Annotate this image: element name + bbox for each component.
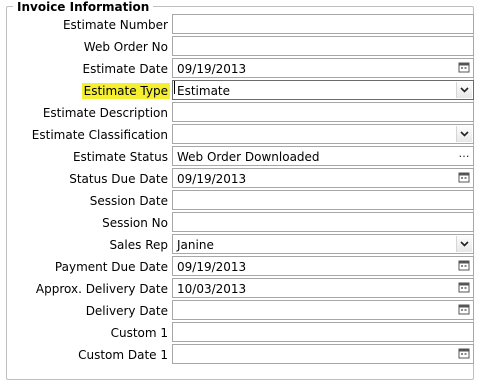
approx-delivery-date-field[interactable]: 10/03/2013 [172,278,474,298]
delivery-date-field[interactable] [172,300,474,320]
calendar-icon[interactable] [456,302,472,318]
form-row-status-due-date: Status Due Date 09/19/2013 [0,168,480,190]
estimate-number-field[interactable] [172,14,474,34]
chevron-down-icon[interactable] [456,82,472,98]
chevron-down-icon[interactable] [456,126,472,142]
form-row-payment-due-date: Payment Due Date 09/19/2013 [0,256,480,278]
calendar-icon[interactable] [456,258,472,274]
approx-delivery-date-value: 10/03/2013 [177,282,247,296]
estimate-description-field[interactable] [172,102,474,122]
web-order-no-label: Web Order No [83,40,168,54]
text-caret [174,81,175,94]
form-row-estimate-number: Estimate Number [0,14,480,36]
estimate-type-field[interactable]: Estimate [172,80,474,100]
calendar-icon[interactable] [456,280,472,296]
estimate-type-label: Estimate Type [81,83,170,99]
web-order-no-field[interactable] [172,36,474,56]
invoice-form: Estimate Number Web Order No Estimate Date… [0,14,480,366]
payment-due-date-value: 09/19/2013 [177,260,247,274]
form-row-delivery-date: Delivery Date [0,300,480,322]
form-row-estimate-status: Estimate Status Web Order Downloaded … [0,146,480,168]
form-row-web-order-no: Web Order No [0,36,480,58]
form-row-custom-1: Custom 1 [0,322,480,344]
estimate-classification-field[interactable] [172,124,474,144]
estimate-status-value: Web Order Downloaded [177,150,320,164]
form-row-approx-delivery-date: Approx. Delivery Date 10/03/2013 [0,278,480,300]
custom-date-1-label: Custom Date 1 [78,348,168,362]
delivery-date-label: Delivery Date [85,304,168,318]
section-title: Invoice Information [13,0,154,14]
estimate-number-label: Estimate Number [62,18,168,32]
chevron-down-icon[interactable] [456,236,472,252]
sales-rep-label: Sales Rep [109,238,168,252]
payment-due-date-field[interactable]: 09/19/2013 [172,256,474,276]
calendar-icon[interactable] [456,346,472,362]
estimate-date-label: Estimate Date [82,62,169,76]
estimate-classification-label: Estimate Classification [31,128,168,142]
estimate-status-label: Estimate Status [72,150,168,164]
calendar-icon[interactable] [456,170,472,186]
form-row-estimate-classification: Estimate Classification [0,124,480,146]
payment-due-date-label: Payment Due Date [54,260,168,274]
status-due-date-field[interactable]: 09/19/2013 [172,168,474,188]
estimate-description-label: Estimate Description [42,106,168,120]
status-due-date-value: 09/19/2013 [177,172,247,186]
form-row-estimate-description: Estimate Description [0,102,480,124]
estimate-date-value: 09/19/2013 [177,62,247,76]
custom-1-label: Custom 1 [110,326,168,340]
form-row-sales-rep: Sales Rep Janine [0,234,480,256]
session-no-field[interactable] [172,212,474,232]
estimate-date-field[interactable]: 09/19/2013 [172,58,474,78]
custom-date-1-field[interactable] [172,344,474,364]
form-row-session-date: Session Date [0,190,480,212]
custom-1-field[interactable] [172,322,474,342]
sales-rep-field[interactable]: Janine [172,234,474,254]
approx-delivery-date-label: Approx. Delivery Date [35,282,168,296]
session-no-label: Session No [102,216,168,230]
sales-rep-value: Janine [177,238,214,252]
form-row-estimate-date: Estimate Date 09/19/2013 [0,58,480,80]
form-row-custom-date-1: Custom Date 1 [0,344,480,366]
session-date-label: Session Date [89,194,168,208]
ellipsis-icon[interactable]: … [456,148,472,164]
calendar-icon[interactable] [456,60,472,76]
form-row-estimate-type: Estimate Type Estimate [0,80,480,102]
estimate-type-value: Estimate [177,84,231,98]
status-due-date-label: Status Due Date [69,172,168,186]
form-row-session-no: Session No [0,212,480,234]
estimate-status-field[interactable]: Web Order Downloaded … [172,146,474,166]
session-date-field[interactable] [172,190,474,210]
